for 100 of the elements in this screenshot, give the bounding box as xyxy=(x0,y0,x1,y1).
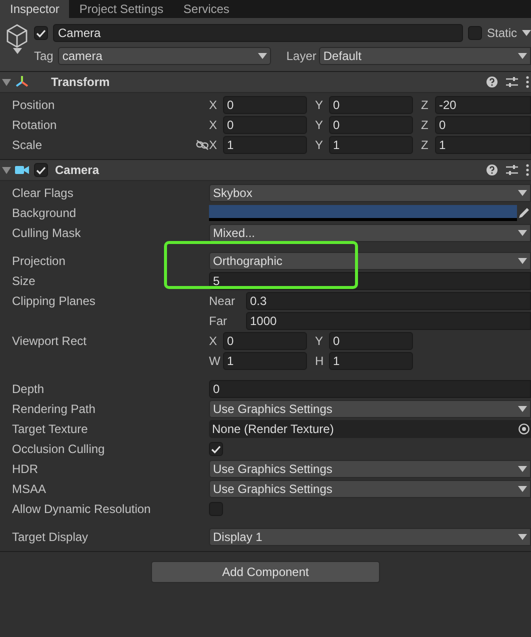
property-label: MSAA xyxy=(11,481,48,498)
number-field[interactable]: 0 xyxy=(435,116,531,134)
number-field[interactable]: 1 xyxy=(223,136,307,154)
name-field[interactable]: Camera xyxy=(53,24,463,42)
static-checkbox[interactable] xyxy=(468,26,482,40)
target-icon[interactable] xyxy=(518,423,530,435)
tab[interactable]: Project Settings xyxy=(69,0,174,18)
caret-icon xyxy=(518,466,527,472)
property-label: Clipping Planes xyxy=(11,293,96,310)
number-field[interactable]: 0 xyxy=(223,96,307,114)
active-checkbox[interactable] xyxy=(34,26,48,40)
axes-icon xyxy=(15,75,29,89)
eyedropper-icon[interactable] xyxy=(518,207,530,219)
settings-sliders-icon[interactable] xyxy=(506,76,518,88)
axis-label: X xyxy=(209,333,218,350)
number-field[interactable]: 0 xyxy=(329,332,413,350)
object-field[interactable]: None (Render Texture) xyxy=(209,420,531,438)
dropdown[interactable]: Skybox xyxy=(209,184,531,202)
help-icon[interactable] xyxy=(486,164,498,176)
camera-icon xyxy=(15,165,29,175)
caret-icon xyxy=(518,534,527,540)
property-label: Rendering Path xyxy=(11,401,96,418)
axis-label: H xyxy=(315,353,325,370)
property-label: Position xyxy=(11,97,56,114)
caret-icon xyxy=(522,30,531,36)
axis-label: Near xyxy=(209,293,236,310)
axis-label: Y xyxy=(315,117,324,134)
property-label: Culling Mask xyxy=(11,225,82,242)
component-title: Transform xyxy=(51,74,110,91)
component-header[interactable]: Camera xyxy=(0,159,531,181)
settings-sliders-icon[interactable] xyxy=(506,164,518,176)
number-field[interactable]: 0 xyxy=(223,332,307,350)
axis-label: Z xyxy=(421,97,430,114)
caret-icon xyxy=(518,190,527,196)
caret-icon xyxy=(258,53,268,59)
expanded-arrow-icon[interactable] xyxy=(2,78,11,86)
component-header[interactable]: Transform xyxy=(0,71,531,93)
property-label: Occlusion Culling xyxy=(11,441,106,458)
number-field[interactable]: 0 xyxy=(209,380,531,398)
number-field[interactable]: 1 xyxy=(329,352,413,370)
number-field[interactable]: 0.3 xyxy=(246,292,531,310)
dropdown[interactable]: camera xyxy=(58,47,272,65)
dropdown[interactable]: Use Graphics Settings xyxy=(209,460,531,478)
caret-icon xyxy=(518,53,527,59)
dropdown[interactable]: Orthographic xyxy=(209,252,531,270)
axis-label: X xyxy=(209,97,218,114)
tab[interactable]: Inspector xyxy=(0,0,70,18)
property-label: Allow Dynamic Resolution xyxy=(11,501,152,518)
property-label: Depth xyxy=(11,381,46,398)
help-icon[interactable] xyxy=(486,76,498,88)
property-label: Clear Flags xyxy=(11,185,74,202)
dropdown[interactable]: Use Graphics Settings xyxy=(209,480,531,498)
axis-label: Y xyxy=(315,97,324,114)
number-field[interactable]: 5 xyxy=(209,272,531,290)
number-field[interactable]: 0 xyxy=(329,96,413,114)
property-label: Projection xyxy=(11,253,66,270)
tab[interactable]: Services xyxy=(173,0,240,18)
property-label: Rotation xyxy=(11,117,58,134)
dropdown[interactable]: Display 1 xyxy=(209,528,531,546)
number-field[interactable]: 1 xyxy=(435,136,531,154)
number-field[interactable]: 1000 xyxy=(246,312,531,330)
dropdown[interactable]: Default xyxy=(319,47,531,65)
checkbox[interactable] xyxy=(209,442,223,456)
color-swatch[interactable] xyxy=(209,205,517,221)
component-title: Camera xyxy=(55,162,100,179)
layer-label: Layer xyxy=(286,48,316,65)
axis-label: Z xyxy=(421,137,430,154)
caret-icon xyxy=(518,230,527,236)
dropdown[interactable]: Use Graphics Settings xyxy=(209,400,531,418)
dropdown[interactable]: Mixed... xyxy=(209,224,531,242)
caret-icon xyxy=(518,258,527,264)
number-field[interactable]: 0 xyxy=(223,116,307,134)
property-label: Background xyxy=(11,205,78,222)
static-label: Static xyxy=(486,25,517,42)
axis-label: Far xyxy=(209,313,228,330)
number-field[interactable]: -20 xyxy=(435,96,531,114)
expanded-arrow-icon[interactable] xyxy=(2,166,11,174)
number-field[interactable]: 0 xyxy=(329,116,413,134)
axis-label: X xyxy=(209,137,218,154)
cube-icon xyxy=(6,24,28,48)
axis-label: X xyxy=(209,117,218,134)
more-icon[interactable] xyxy=(526,164,529,176)
more-icon[interactable] xyxy=(526,76,529,88)
axis-label: Y xyxy=(315,137,324,154)
add-component-button[interactable]: Add Component xyxy=(151,561,380,583)
property-label: Scale xyxy=(11,137,44,154)
property-label: Target Texture xyxy=(11,421,89,438)
property-label: Size xyxy=(11,273,36,290)
caret-icon xyxy=(518,486,527,492)
caret-icon xyxy=(12,48,22,54)
property-label: Viewport Rect xyxy=(11,333,88,350)
number-field[interactable]: 1 xyxy=(223,352,307,370)
enable-checkbox[interactable] xyxy=(34,163,48,177)
axis-label: Z xyxy=(421,117,430,134)
property-label: HDR xyxy=(11,461,39,478)
number-field[interactable]: 1 xyxy=(329,136,413,154)
caret-icon xyxy=(518,406,527,412)
property-label: Target Display xyxy=(11,529,90,546)
tag-label: Tag xyxy=(34,48,54,65)
axis-label: Y xyxy=(315,333,324,350)
